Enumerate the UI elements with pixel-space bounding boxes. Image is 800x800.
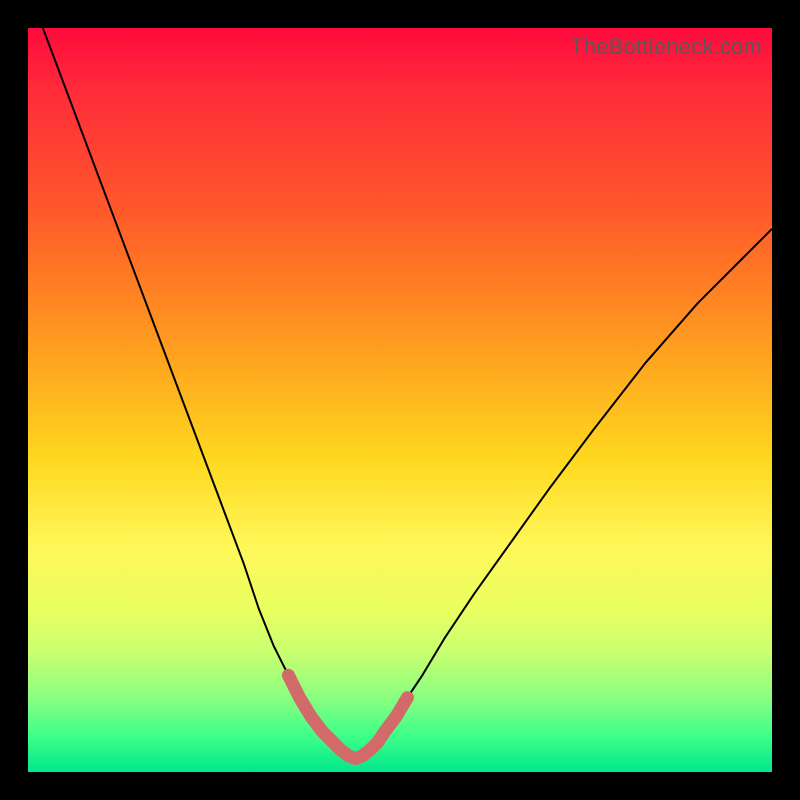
series-bottleneck-right bbox=[355, 229, 772, 759]
series-group bbox=[43, 28, 772, 759]
series-highlight-min bbox=[288, 675, 407, 758]
curve-svg bbox=[28, 28, 772, 772]
series-bottleneck-curve bbox=[43, 28, 355, 759]
plot-area: TheBottleneck.com bbox=[28, 28, 772, 772]
chart-frame: TheBottleneck.com bbox=[0, 0, 800, 800]
